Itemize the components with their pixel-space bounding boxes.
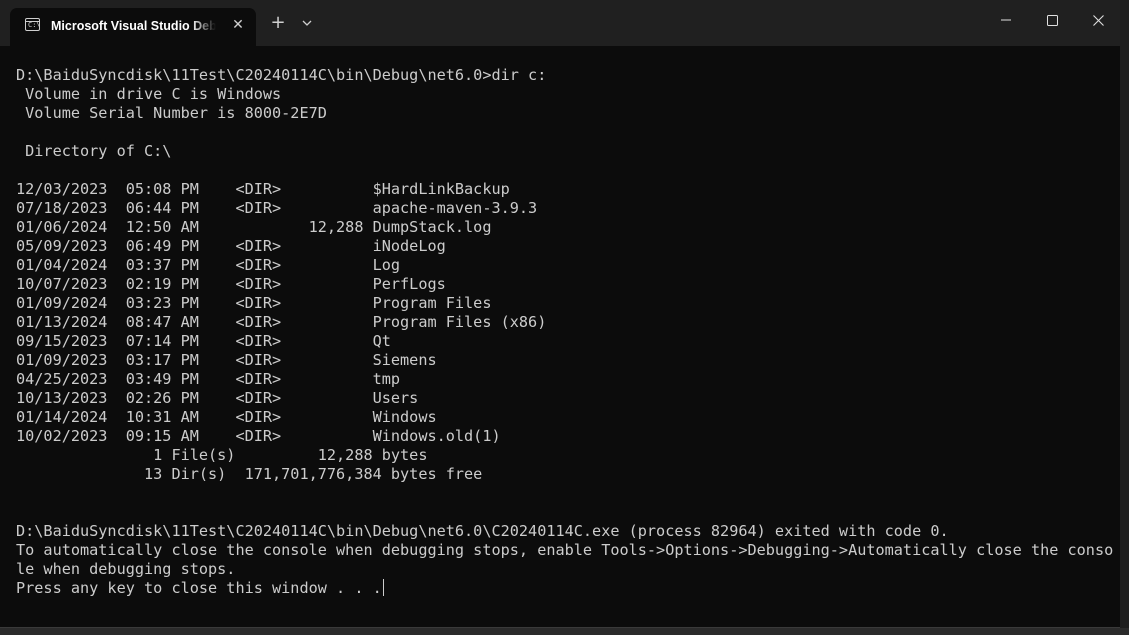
console-line: 01/13/2024 08:47 AM <DIR> Program Files … bbox=[16, 313, 547, 331]
background-window bbox=[1120, 0, 1129, 635]
maximize-button[interactable] bbox=[1029, 0, 1075, 40]
console-line: 01/04/2024 03:37 PM <DIR> Log bbox=[16, 256, 401, 274]
new-tab-button[interactable]: + bbox=[266, 12, 290, 36]
console-line: 05/09/2023 06:49 PM <DIR> iNodeLog bbox=[16, 237, 446, 255]
console-line: 01/09/2024 03:23 PM <DIR> Program Files bbox=[16, 294, 492, 312]
console-line: 10/13/2023 02:26 PM <DIR> Users bbox=[16, 389, 419, 407]
close-icon bbox=[1092, 14, 1104, 26]
console-line: Volume in drive C is Windows bbox=[16, 85, 282, 103]
console-line: le when debugging stops. bbox=[16, 560, 236, 578]
console-line: 10/07/2023 02:19 PM <DIR> PerfLogs bbox=[16, 275, 446, 293]
console-line: 13 Dir(s) 171,701,776,384 bytes free bbox=[16, 465, 483, 483]
console-line: 01/14/2024 10:31 AM <DIR> Windows bbox=[16, 408, 437, 426]
minimize-button[interactable] bbox=[983, 0, 1029, 40]
console-line: D:\BaiduSyncdisk\11Test\C20240114C\bin\D… bbox=[16, 522, 949, 540]
console-output[interactable]: D:\BaiduSyncdisk\11Test\C20240114C\bin\D… bbox=[16, 66, 1116, 616]
title-bar[interactable]: C:\ Microsoft Visual Studio Debug Consol… bbox=[0, 0, 1120, 46]
close-tab-icon[interactable]: ✕ bbox=[228, 15, 248, 35]
console-line: 10/02/2023 09:15 AM <DIR> Windows.old(1) bbox=[16, 427, 501, 445]
console-icon-glyph: C:\ bbox=[28, 21, 41, 29]
background-strip bbox=[0, 628, 1129, 635]
console-line: 1 File(s) 12,288 bytes bbox=[16, 446, 428, 464]
text-cursor bbox=[382, 579, 385, 596]
console-line: 07/18/2023 06:44 PM <DIR> apache-maven-3… bbox=[16, 199, 538, 217]
console-line: 12/03/2023 05:08 PM <DIR> $HardLinkBacku… bbox=[16, 180, 510, 198]
tab-debug-console[interactable]: C:\ Microsoft Visual Studio Debug Consol… bbox=[10, 8, 256, 46]
console-icon: C:\ bbox=[25, 18, 41, 31]
console-window: C:\ Microsoft Visual Studio Debug Consol… bbox=[0, 0, 1121, 628]
console-line: Directory of C:\ bbox=[16, 142, 172, 160]
console-line: To automatically close the console when … bbox=[16, 541, 1114, 559]
close-window-button[interactable] bbox=[1075, 0, 1121, 40]
tab-title: Microsoft Visual Studio Debug Console bbox=[51, 19, 216, 33]
chevron-down-icon[interactable] bbox=[296, 12, 318, 36]
console-line: 01/09/2023 03:17 PM <DIR> Siemens bbox=[16, 351, 437, 369]
maximize-icon bbox=[1046, 14, 1058, 26]
console-line: 09/15/2023 07:14 PM <DIR> Qt bbox=[16, 332, 391, 350]
console-line: 04/25/2023 03:49 PM <DIR> tmp bbox=[16, 370, 401, 388]
minimize-icon bbox=[1001, 19, 1011, 21]
console-line: Press any key to close this window . . . bbox=[16, 579, 1116, 598]
console-line: D:\BaiduSyncdisk\11Test\C20240114C\bin\D… bbox=[16, 66, 547, 84]
console-line: 01/06/2024 12:50 AM 12,288 DumpStack.log bbox=[16, 218, 492, 236]
console-line: Volume Serial Number is 8000-2E7D bbox=[16, 104, 327, 122]
